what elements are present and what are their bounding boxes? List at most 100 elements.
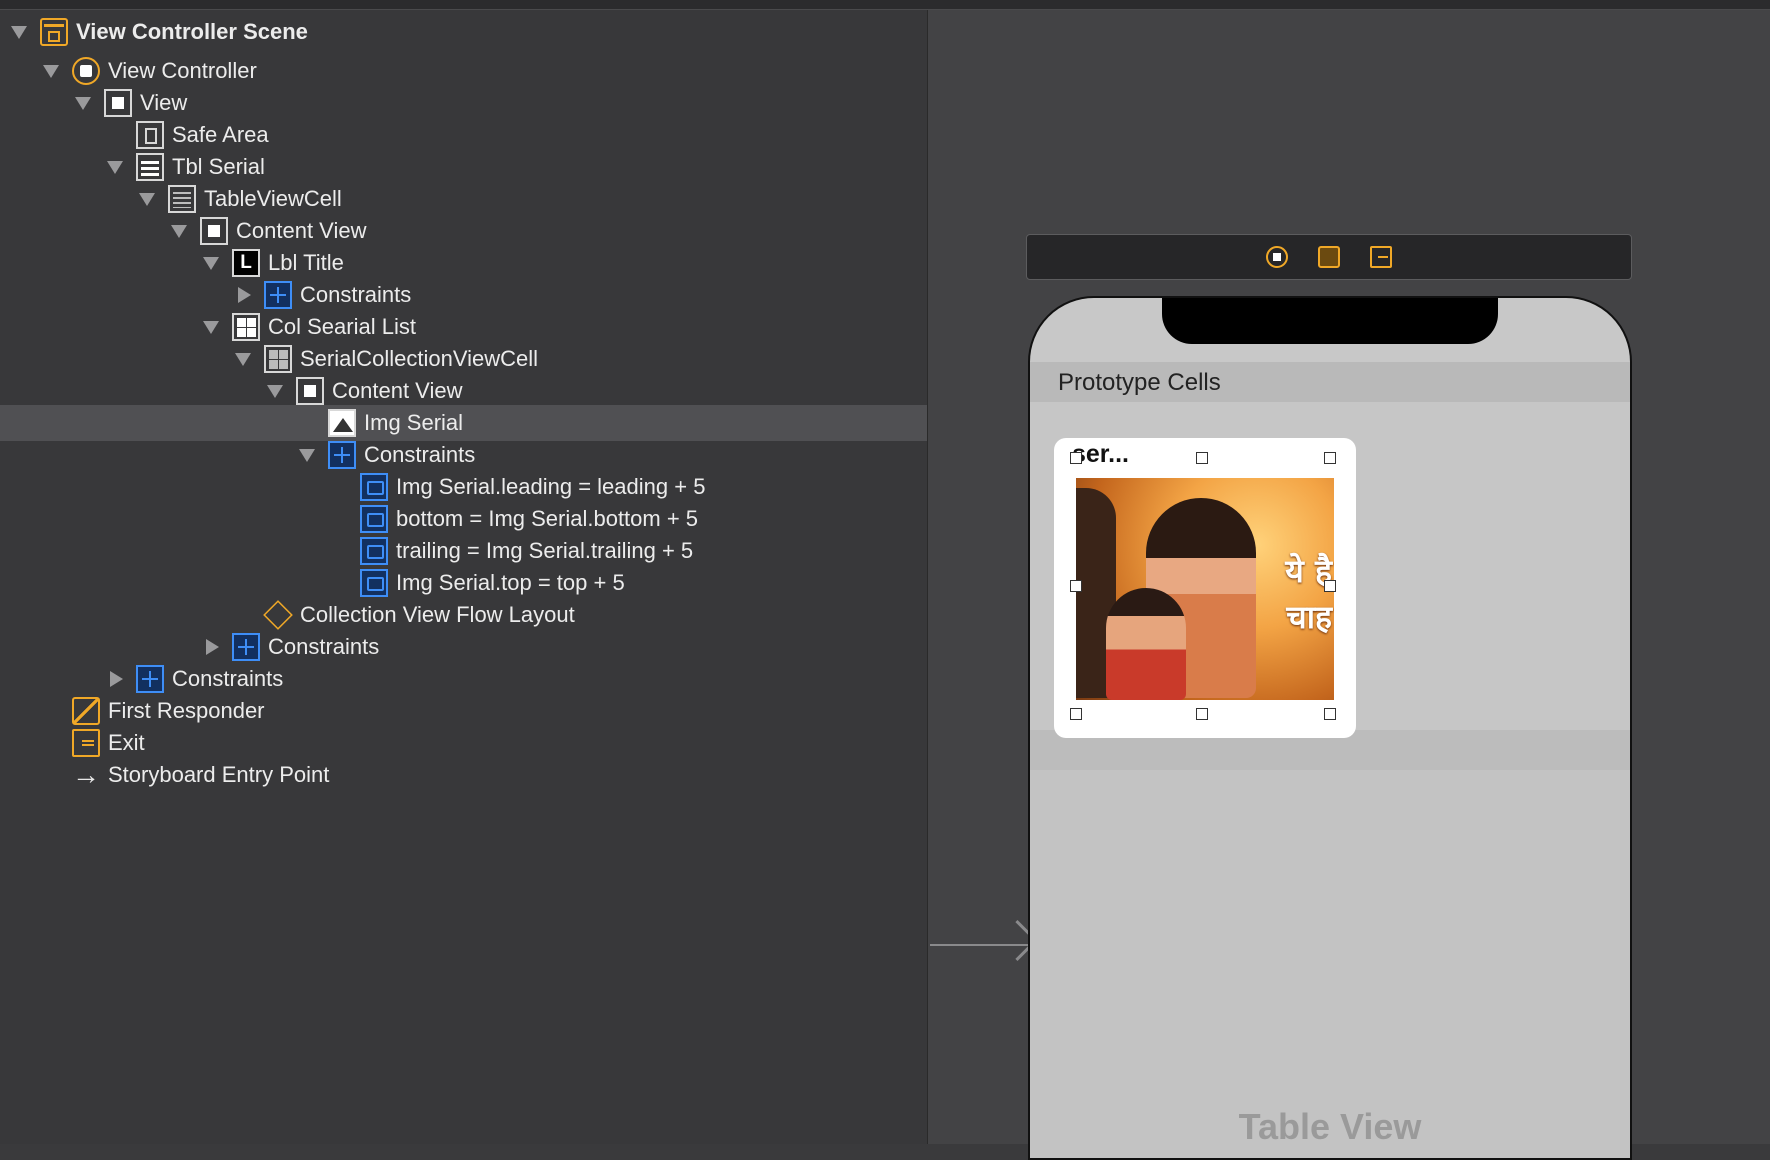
- disclosure-triangle-icon[interactable]: [232, 277, 254, 313]
- view-icon: [296, 377, 324, 405]
- disclosure-triangle-icon[interactable]: [200, 629, 222, 665]
- outline-row-content-view[interactable]: Content View: [0, 213, 927, 249]
- resize-handle[interactable]: [1196, 452, 1208, 464]
- outline-row-constraint-trailing[interactable]: trailing = Img Serial.trailing + 5: [0, 533, 927, 569]
- arrow-right-icon: →: [72, 759, 100, 790]
- resize-handle[interactable]: [1070, 708, 1082, 720]
- outline-row-label: Exit: [108, 730, 145, 755]
- outline-row-label: Col Searial List: [268, 314, 416, 339]
- device-frame: Prototype Cells Table View ser... ये है …: [1028, 296, 1632, 1160]
- poster-title-line: चाह: [1286, 598, 1332, 636]
- outline-row-label: Content View: [332, 378, 463, 403]
- document-outline[interactable]: View Controller Scene View Controller Vi…: [0, 10, 928, 1144]
- resize-handle[interactable]: [1324, 580, 1336, 592]
- collection-view-cell[interactable]: ser... ये है चाह: [1054, 438, 1356, 738]
- outline-row-constraint-bottom[interactable]: bottom = Img Serial.bottom + 5: [0, 501, 927, 537]
- outline-row-view-controller[interactable]: View Controller: [0, 53, 927, 89]
- outline-row-serial-collection-view-cell[interactable]: SerialCollectionViewCell: [0, 341, 927, 377]
- outline-row-label: Constraints: [172, 666, 284, 691]
- outline-row-label: Collection View Flow Layout: [300, 602, 575, 627]
- outline-row-constraints[interactable]: Constraints: [0, 277, 927, 313]
- disclosure-triangle-icon[interactable]: [40, 53, 62, 89]
- table-cell-icon: [168, 185, 196, 213]
- disclosure-triangle-icon[interactable]: [104, 661, 126, 697]
- outline-row-flow-layout[interactable]: Collection View Flow Layout: [0, 597, 927, 633]
- constraints-icon: [232, 633, 260, 661]
- view-icon: [200, 217, 228, 245]
- poster-title-text: ये है चाह: [1285, 548, 1332, 640]
- view-icon: [104, 89, 132, 117]
- outline-row-constraints-img[interactable]: Constraints: [0, 437, 927, 473]
- exit-icon[interactable]: [1370, 246, 1392, 268]
- table-view[interactable]: [1030, 770, 1630, 1158]
- table-view-icon: [136, 153, 164, 181]
- outline-row-label: trailing = Img Serial.trailing + 5: [396, 538, 694, 563]
- disclosure-triangle-icon[interactable]: [200, 309, 222, 345]
- resize-handle[interactable]: [1196, 708, 1208, 720]
- disclosure-triangle-icon[interactable]: [264, 373, 286, 409]
- top-divider: [0, 0, 1770, 10]
- resize-handle[interactable]: [1070, 452, 1082, 464]
- first-responder-icon: [72, 697, 100, 725]
- outline-row-constraints-col[interactable]: Constraints: [0, 629, 927, 665]
- outline-row-label: Constraints: [268, 634, 380, 659]
- top-constraint-icon: [360, 569, 388, 597]
- outline-row-img-serial[interactable]: Img Serial: [0, 405, 927, 441]
- outline-row-label: TableViewCell: [204, 186, 342, 211]
- outline-row-storyboard-entry-point[interactable]: → Storyboard Entry Point: [0, 757, 927, 793]
- outline-row-lbl-title[interactable]: L Lbl Title: [0, 245, 927, 281]
- outline-row-constraint-leading[interactable]: Img Serial.leading = leading + 5: [0, 469, 927, 505]
- outline-row-label: Constraints: [300, 282, 412, 307]
- outline-row-tbl-serial[interactable]: Tbl Serial: [0, 149, 927, 185]
- outline-row-exit[interactable]: Exit: [0, 725, 927, 761]
- constraints-icon: [328, 441, 356, 469]
- outline-row-safe-area[interactable]: Safe Area: [0, 117, 927, 153]
- prototype-cells-label: Prototype Cells: [1058, 369, 1221, 396]
- disclosure-triangle-icon[interactable]: [72, 85, 94, 121]
- scene-dock[interactable]: [1026, 234, 1632, 280]
- resize-handle[interactable]: [1070, 580, 1082, 592]
- image-view-icon: [328, 409, 356, 437]
- flow-layout-icon: [263, 600, 293, 630]
- outline-row-label: First Responder: [108, 698, 265, 723]
- exit-icon: [72, 729, 100, 757]
- outline-row-label: Tbl Serial: [172, 154, 265, 179]
- outline-row-label: Img Serial.top = top + 5: [396, 570, 625, 595]
- outline-row-label: Img Serial.leading = leading + 5: [396, 474, 706, 499]
- disclosure-triangle-icon[interactable]: [232, 341, 254, 377]
- table-view-label: Table View: [1238, 1106, 1422, 1147]
- img-serial-image-view[interactable]: ये है चाह: [1076, 478, 1334, 700]
- outline-row-content-view-inner[interactable]: Content View: [0, 373, 927, 409]
- bottom-constraint-icon: [360, 505, 388, 533]
- scene-icon: [40, 18, 68, 46]
- disclosure-triangle-icon[interactable]: [296, 437, 318, 473]
- outline-row-label: bottom = Img Serial.bottom + 5: [396, 506, 699, 531]
- disclosure-triangle-icon[interactable]: [200, 245, 222, 281]
- resize-handle[interactable]: [1324, 452, 1336, 464]
- outline-row-constraints-view[interactable]: Constraints: [0, 661, 927, 697]
- outline-row-constraint-top[interactable]: Img Serial.top = top + 5: [0, 565, 927, 601]
- outline-row-tableviewcell[interactable]: TableViewCell: [0, 181, 927, 217]
- first-responder-icon[interactable]: [1318, 246, 1340, 268]
- outline-row-first-responder[interactable]: First Responder: [0, 693, 927, 729]
- constraints-icon: [264, 281, 292, 309]
- outline-row-label: SerialCollectionViewCell: [300, 346, 539, 371]
- outline-row-view[interactable]: View: [0, 85, 927, 121]
- collection-cell-icon: [264, 345, 292, 373]
- disclosure-triangle-icon[interactable]: [8, 14, 30, 50]
- outline-row-label: View: [140, 90, 188, 115]
- outline-row-view-controller-scene[interactable]: View Controller Scene: [0, 14, 927, 50]
- disclosure-triangle-icon[interactable]: [168, 213, 190, 249]
- view-controller-icon[interactable]: [1266, 246, 1288, 268]
- disclosure-triangle-icon[interactable]: [136, 181, 158, 217]
- storyboard-entry-arrow[interactable]: [930, 944, 1030, 946]
- disclosure-triangle-icon[interactable]: [104, 149, 126, 185]
- prototype-cells-header: Prototype Cells: [1030, 362, 1630, 402]
- outline-row-col-searial-list[interactable]: Col Searial List: [0, 309, 927, 345]
- outline-row-label: View Controller Scene: [76, 19, 308, 44]
- collection-view-icon: [232, 313, 260, 341]
- safe-area-icon: [136, 121, 164, 149]
- resize-handle[interactable]: [1324, 708, 1336, 720]
- outline-row-label: Safe Area: [172, 122, 269, 147]
- poster-figure: [1106, 588, 1186, 700]
